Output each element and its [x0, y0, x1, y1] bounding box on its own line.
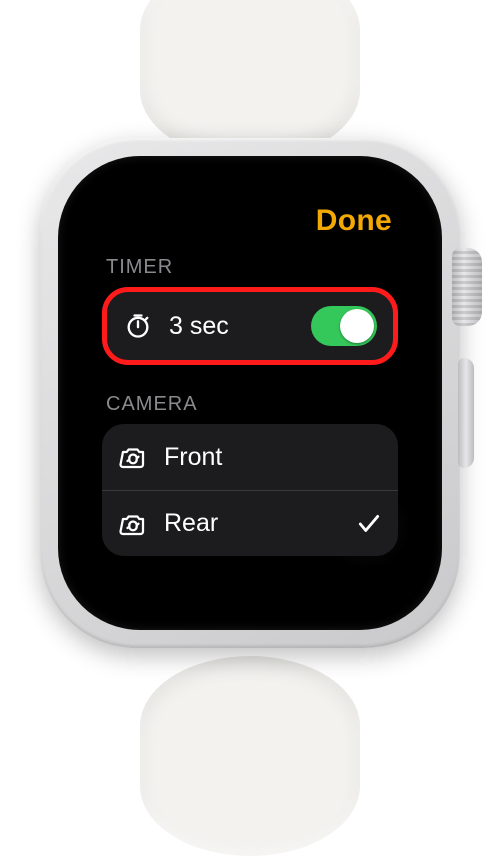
watch-band-bottom [140, 656, 360, 856]
timer-toggle[interactable] [311, 306, 377, 346]
side-button[interactable] [458, 358, 474, 468]
camera-flip-icon [118, 509, 148, 539]
camera-flip-icon [118, 442, 148, 472]
timer-section-label: TIMER [106, 256, 398, 279]
camera-option-front[interactable]: Front [102, 424, 398, 490]
camera-option-label: Rear [164, 509, 340, 538]
camera-option-label: Front [164, 443, 382, 472]
watch-bezel: Done TIMER 3 sec [58, 156, 442, 630]
timer-value-label: 3 sec [169, 312, 295, 341]
camera-section-label: CAMERA [106, 393, 398, 416]
settings-content: Done TIMER 3 sec [84, 186, 416, 604]
toggle-knob [340, 309, 374, 343]
camera-option-rear[interactable]: Rear [102, 490, 398, 556]
camera-row-group: Front Rear [102, 424, 398, 556]
timer-icon [123, 311, 153, 341]
timer-row-group: 3 sec [102, 287, 398, 365]
watch-band-top [140, 0, 360, 160]
digital-crown[interactable] [452, 248, 482, 326]
done-button[interactable]: Done [316, 204, 392, 238]
checkmark-icon [356, 511, 382, 537]
watch-case: Done TIMER 3 sec [40, 138, 460, 648]
watch-screen: Done TIMER 3 sec [84, 186, 416, 604]
timer-row[interactable]: 3 sec [107, 292, 393, 360]
header: Done [102, 200, 398, 242]
